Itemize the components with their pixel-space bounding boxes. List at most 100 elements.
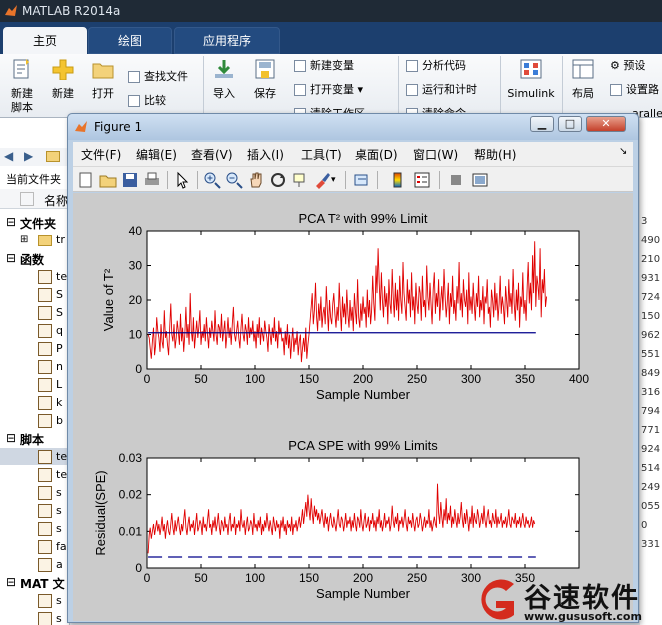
script-file-icon [38, 540, 52, 554]
script-file-icon [38, 522, 52, 536]
x-tick-label: 100 [245, 372, 265, 386]
expand-icon[interactable]: ⊞ [20, 234, 28, 245]
figure-canvas[interactable]: 0 50 100 150 200 250 300 350 400 0 10 20 30 40 PCA T² … [73, 193, 633, 621]
brush-icon[interactable] [313, 171, 331, 189]
x-tick-label: 250 [407, 372, 427, 386]
compare-button[interactable]: 比较 [128, 94, 166, 108]
maximize-button[interactable]: □ [558, 116, 582, 132]
legend-icon[interactable] [413, 171, 431, 189]
function-file-icon [38, 342, 52, 356]
menu-window[interactable]: 窗口(W) [413, 146, 458, 163]
watermark: 谷速软件 www.gususoft.com [470, 574, 662, 625]
tab-apps[interactable]: 应用程序 [174, 27, 280, 54]
mat-file-icon [38, 594, 52, 608]
new-variable-button[interactable]: 新建变量 [294, 59, 354, 73]
x-tick-label: 50 [194, 372, 208, 386]
print-icon[interactable] [143, 171, 161, 189]
menu-help[interactable]: 帮助(H) [474, 146, 516, 163]
zoom-out-icon[interactable] [225, 171, 243, 189]
zoom-in-icon[interactable] [203, 171, 221, 189]
menu-edit[interactable]: 编辑(E) [136, 146, 177, 163]
tab-home[interactable]: 主页 [3, 27, 87, 54]
folder-up-icon[interactable] [46, 151, 60, 162]
new-script-button[interactable]: 新建 脚本 [4, 58, 40, 115]
workspace-value: 316 [641, 387, 661, 398]
menu-insert[interactable]: 插入(I) [247, 146, 284, 163]
import-button[interactable]: 导入 [208, 58, 240, 101]
run-and-time-label: 运行和计时 [422, 83, 477, 96]
workspace-value: 771 [641, 425, 661, 436]
save-icon[interactable] [121, 171, 139, 189]
sort-indicator-icon [20, 192, 34, 206]
function-file-icon [38, 324, 52, 338]
workspace-value: 3 [641, 216, 648, 227]
section-toggle-icon[interactable]: ⊟ [6, 215, 16, 229]
layout-button[interactable]: 布局 [566, 58, 600, 101]
pointer-icon[interactable] [173, 171, 191, 189]
dock-arrow-icon[interactable]: ↘ [619, 146, 627, 157]
current-folder-label: 当前文件夹 [6, 173, 61, 186]
preferences-label: 预设 [623, 59, 646, 72]
y-axis-label: Value of T² [101, 268, 116, 331]
y-tick-label: 0.03 [119, 451, 143, 465]
menu-tools[interactable]: 工具(T) [301, 146, 342, 163]
name-column-header[interactable]: 名称 [0, 189, 70, 209]
new-label: 新建 [52, 87, 74, 100]
import-label: 导入 [213, 87, 235, 100]
script-file-icon [38, 468, 52, 482]
workspace-value: 514 [641, 463, 661, 474]
preferences-button[interactable]: ⚙ 预设 [610, 59, 645, 73]
toolbar-separator [439, 171, 440, 189]
brush-dropdown-icon[interactable]: ▾ [331, 171, 341, 189]
x-tick-label: 250 [407, 571, 427, 585]
show-plot-tools-icon[interactable] [471, 171, 489, 189]
close-button[interactable]: ✕ [586, 116, 626, 132]
analyze-code-button[interactable]: 分析代码 [406, 59, 466, 73]
menu-file[interactable]: 文件(F) [81, 146, 121, 163]
menu-desktop[interactable]: 桌面(D) [355, 146, 398, 163]
figure-toolbar: ▾ [73, 166, 633, 192]
open-button[interactable]: 打开 [86, 58, 120, 101]
minimize-icon: ▁ [537, 117, 547, 130]
section-toggle-icon[interactable]: ⊟ [6, 575, 16, 589]
new-figure-icon[interactable] [77, 171, 95, 189]
workspace-value: 490 [641, 235, 661, 246]
link-icon[interactable] [353, 171, 371, 189]
section-toggle-icon[interactable]: ⊟ [6, 251, 16, 265]
find-files-button[interactable]: 查找文件 [128, 70, 188, 84]
colorbar-icon[interactable] [389, 171, 407, 189]
data-cursor-icon[interactable] [291, 171, 309, 189]
tab-plots[interactable]: 绘图 [88, 27, 172, 54]
x-tick-label: 150 [299, 372, 319, 386]
y-axis-label: Residual(SPE) [93, 470, 108, 555]
back-arrow-icon[interactable]: ◀ [4, 149, 13, 163]
x-tick-label: 200 [353, 571, 373, 585]
x-axis-label: Sample Number [316, 586, 411, 601]
new-button[interactable]: 新建 [46, 58, 80, 101]
x-tick-label: 350 [515, 372, 535, 386]
run-and-time-button[interactable]: 运行和计时 [406, 83, 477, 97]
rotate-icon[interactable] [269, 171, 287, 189]
simulink-button[interactable]: Simulink [506, 58, 556, 101]
save-workspace-button[interactable]: 保存 [248, 58, 282, 101]
open-variable-icon [294, 84, 306, 96]
section-toggle-icon[interactable]: ⊟ [6, 431, 16, 445]
figure-title-bar[interactable]: Figure 1 ▁ □ ✕ [68, 114, 638, 140]
chart-title: PCA SPE with 99% Limits [288, 438, 438, 453]
new-script-icon [13, 59, 29, 79]
toolbar-separator [167, 171, 168, 189]
workspace-value: 0 [641, 520, 648, 531]
maximize-icon: □ [564, 117, 576, 130]
section-scripts: 脚本 [20, 433, 45, 447]
open-file-icon[interactable] [99, 171, 117, 189]
menu-view[interactable]: 查看(V) [191, 146, 233, 163]
hide-plot-tools-icon[interactable] [447, 171, 465, 189]
minimize-button[interactable]: ▁ [530, 116, 554, 132]
pan-icon[interactable] [247, 171, 265, 189]
set-path-button[interactable]: 设置路 [610, 83, 659, 97]
toolbar-separator [197, 171, 198, 189]
open-variable-button[interactable]: 打开变量 ▾ [294, 83, 363, 97]
x-tick-label: 0 [144, 571, 151, 585]
app-title: MATLAB R2014a [22, 4, 121, 18]
forward-arrow-icon[interactable]: ▶ [24, 149, 33, 163]
